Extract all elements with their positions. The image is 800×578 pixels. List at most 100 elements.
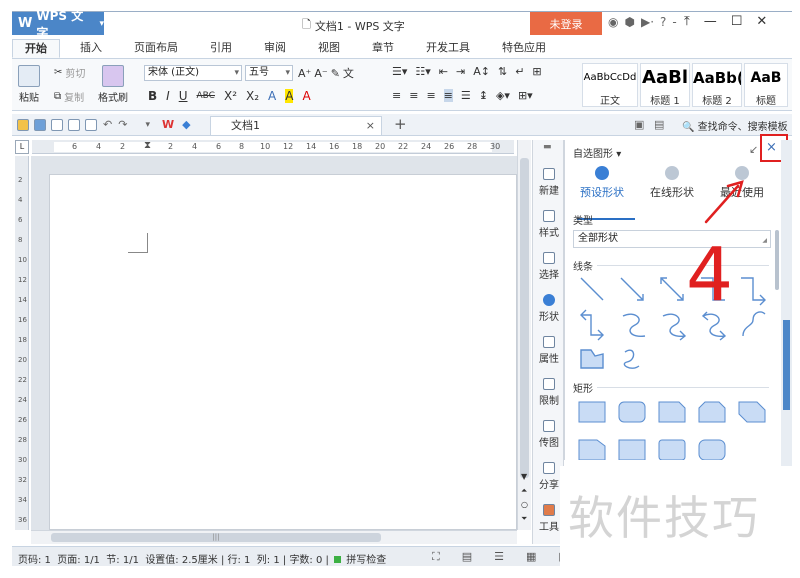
- decrease-indent-icon[interactable]: ⇤: [439, 65, 448, 78]
- tab-home[interactable]: 开始: [12, 39, 60, 58]
- style-heading-2[interactable]: AaBb( 标题 2: [692, 63, 742, 107]
- login-button[interactable]: 未登录: [530, 12, 602, 35]
- shape-rectangle-2[interactable]: [618, 439, 646, 460]
- cut-button[interactable]: ✂ 剪切: [54, 65, 85, 80]
- print-icon[interactable]: [68, 118, 80, 131]
- select-browse-icon[interactable]: ○: [521, 500, 528, 509]
- subscript-button[interactable]: X₂: [246, 89, 259, 103]
- close-tab-icon[interactable]: ×: [366, 117, 375, 135]
- highlight-button[interactable]: A: [285, 89, 294, 103]
- style-heading-1[interactable]: AaBl 标题 1: [640, 63, 690, 107]
- table-icon[interactable]: ⊞: [532, 65, 541, 78]
- vertical-ruler[interactable]: 2 4 6 8 10 12 14 16 18 20 22 24 26 28 30…: [15, 156, 29, 530]
- shape-rounded-rectangle[interactable]: [618, 401, 646, 423]
- page-view-icon[interactable]: ▤: [462, 550, 472, 564]
- distribute-icon[interactable]: ☰: [461, 89, 471, 102]
- tab-developer[interactable]: 开发工具: [414, 39, 482, 58]
- panel-scrollbar[interactable]: [773, 220, 781, 460]
- shape-rounded-rect-3[interactable]: [698, 439, 726, 460]
- paste-button[interactable]: 粘贴: [18, 65, 40, 104]
- style-normal[interactable]: AaBbCcDd 正文: [582, 63, 638, 107]
- justify-icon[interactable]: ≡: [443, 89, 453, 102]
- shading-icon[interactable]: ◈▾: [496, 89, 510, 102]
- customize-quickbar-icon[interactable]: ▾: [145, 120, 150, 130]
- shape-snip-rect-2[interactable]: [578, 439, 606, 460]
- reading-mode-icon[interactable]: ▣: [634, 118, 644, 131]
- side-tool-new[interactable]: 新建: [533, 168, 565, 197]
- side-tool-property[interactable]: 属性: [533, 336, 565, 365]
- help-icon[interactable]: ?: [660, 15, 666, 29]
- font-name-select[interactable]: 宋体 (正文): [144, 65, 242, 81]
- increase-indent-icon[interactable]: ⇥: [456, 65, 465, 78]
- wps-home-icon[interactable]: W: [162, 118, 174, 131]
- open-folder-icon[interactable]: [17, 118, 29, 131]
- align-center-icon[interactable]: ≡: [409, 89, 418, 102]
- maximize-icon[interactable]: ☐: [731, 14, 743, 29]
- more-icon[interactable]: -: [672, 15, 676, 29]
- tab-chapter[interactable]: 章节: [360, 39, 406, 58]
- bold-button[interactable]: B: [148, 89, 157, 103]
- tab-review[interactable]: 审阅: [252, 39, 298, 58]
- tab-special-apps[interactable]: 特色应用: [490, 39, 558, 58]
- shape-snip-diagonal-rect[interactable]: [738, 401, 766, 423]
- minimize-icon[interactable]: —: [704, 14, 717, 29]
- tab-insert[interactable]: 插入: [68, 39, 114, 58]
- indent-marker-icon[interactable]: ⧗: [144, 140, 151, 151]
- vertical-scroll-thumb[interactable]: [520, 158, 529, 478]
- document-vertical-scrollbar[interactable]: ▼ ⏶ ○ ⏷: [517, 140, 531, 530]
- status-spellcheck[interactable]: 拼写检查: [346, 555, 386, 566]
- shrink-font-icon[interactable]: A⁻: [314, 67, 327, 80]
- export-pdf-icon[interactable]: [51, 118, 63, 131]
- collapse-ribbon-icon[interactable]: ▤: [654, 118, 664, 131]
- undo-icon[interactable]: ↶: [103, 118, 112, 131]
- line-spacing-icon[interactable]: ↨: [479, 89, 488, 102]
- clear-format-icon[interactable]: ✎: [331, 67, 340, 80]
- document-tab[interactable]: 文档1 ×: [210, 116, 382, 135]
- ruler-tab-selector[interactable]: L: [15, 140, 29, 154]
- status-page[interactable]: 页码: 1: [18, 555, 51, 566]
- shape-snip-same-side-rect[interactable]: [698, 401, 726, 423]
- chinese-layout-icon[interactable]: A↕: [473, 65, 490, 78]
- tab-page-layout[interactable]: 页面布局: [122, 39, 190, 58]
- shape-rectangle[interactable]: [578, 401, 606, 423]
- app-menu-button[interactable]: W WPS 文字 ▾: [12, 9, 104, 40]
- focus-mode-icon[interactable]: ⛶: [432, 550, 440, 564]
- document-horizontal-scrollbar[interactable]: |||: [31, 530, 517, 544]
- redo-icon[interactable]: ↷: [118, 118, 127, 131]
- strikethrough-button[interactable]: ABC: [197, 91, 215, 101]
- border-icon[interactable]: ⊞▾: [518, 89, 533, 102]
- scroll-down-icon[interactable]: ▼: [521, 472, 527, 481]
- cloud-box-icon[interactable]: ◆: [182, 118, 190, 131]
- phonetic-icon[interactable]: 文: [343, 65, 354, 81]
- italic-button[interactable]: I: [166, 89, 170, 103]
- font-size-select[interactable]: 五号: [245, 65, 293, 81]
- next-page-icon[interactable]: ⏷: [521, 514, 527, 524]
- shape-snip-corner-rect[interactable]: [658, 401, 686, 423]
- close-window-icon[interactable]: ✕: [756, 14, 767, 29]
- panel-expand-handle[interactable]: [783, 320, 790, 410]
- style-title[interactable]: AaB 标题: [744, 63, 788, 107]
- underline-button[interactable]: U: [179, 89, 188, 103]
- settings-icon[interactable]: ⬢: [624, 15, 634, 29]
- new-tab-button[interactable]: +: [394, 115, 407, 133]
- show-marks-icon[interactable]: ↵: [515, 65, 524, 78]
- panel-scroll-thumb[interactable]: [775, 230, 779, 290]
- align-right-icon[interactable]: ≡: [426, 89, 435, 102]
- superscript-button[interactable]: X²: [224, 89, 237, 103]
- horizontal-ruler[interactable]: 6 4 2 ⧗ 2 4 6 8 10 12 14 16 18 20 22 24 …: [32, 140, 514, 154]
- outline-view-icon[interactable]: ☰: [494, 550, 504, 564]
- prev-page-icon[interactable]: ⏶: [521, 486, 527, 496]
- skin-icon[interactable]: ◉: [608, 15, 618, 29]
- shape-rounded-rect-2[interactable]: [658, 439, 686, 460]
- horizontal-scroll-thumb[interactable]: |||: [51, 533, 381, 542]
- document-page[interactable]: [49, 174, 517, 530]
- format-painter-button[interactable]: 格式刷: [98, 65, 128, 104]
- status-words[interactable]: 字数: 0: [289, 555, 322, 566]
- side-tool-restrict[interactable]: 限制: [533, 378, 565, 407]
- font-color-button[interactable]: A: [302, 89, 310, 103]
- tab-references[interactable]: 引用: [198, 39, 244, 58]
- side-tool-upload-image[interactable]: 传图: [533, 420, 565, 449]
- restore-to-top-icon[interactable]: ⤒: [684, 14, 690, 29]
- grow-font-icon[interactable]: A⁺: [298, 67, 311, 80]
- bullet-list-icon[interactable]: ☰▾: [392, 65, 407, 78]
